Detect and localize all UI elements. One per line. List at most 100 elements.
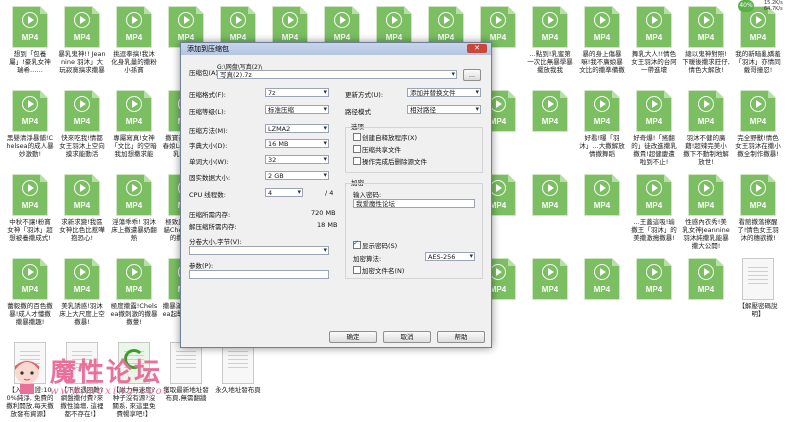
dict-label: 字典大小(D):: [189, 142, 228, 150]
text-file[interactable]: 【解壓密碼說明】: [734, 258, 782, 334]
video-file[interactable]: MP4 專屬寫真!女神「文比」的空暗我加想撒求能: [110, 90, 158, 166]
video-file[interactable]: MP4: [526, 90, 574, 166]
method-select[interactable]: LZMA2: [265, 124, 329, 133]
video-file[interactable]: MP4: [578, 258, 626, 334]
mp4-file-icon: MP4: [12, 258, 48, 300]
archive-name-combobox[interactable]: 写真(2).7z: [217, 70, 457, 79]
watermark-url: www.moxing.cool: [50, 386, 169, 397]
file-name: 完全野獸!情色女王羽沐在撒小撒全制作撒暴!: [735, 134, 781, 158]
mp4-label: MP4: [385, 33, 403, 42]
video-file[interactable]: MP4 好看!曝「羽沐」…大撒解放情撒舞蹈: [578, 90, 626, 166]
video-file[interactable]: MP4 蕾毅撒的百色撒暴!成人才懂撒撒暴撒趣!: [6, 258, 54, 334]
text-file[interactable]: 永久地址發布頁: [214, 342, 262, 418]
split-combobox[interactable]: [189, 246, 329, 255]
video-file[interactable]: MP4: [630, 258, 678, 334]
pathmode-select[interactable]: 相对路径: [407, 105, 481, 114]
play-icon: [594, 264, 610, 280]
mp4-file-icon: MP4: [12, 6, 48, 48]
video-file[interactable]: MP4 完全野獸!情色女王羽沐在撒小撒全制作撒暴!: [734, 90, 782, 166]
mp4-label: MP4: [697, 201, 715, 210]
mp4-label: MP4: [749, 33, 767, 42]
video-file[interactable]: MP4 快來吃我!情都女王羽沐上空向摸求能動活: [58, 90, 106, 166]
play-icon: [750, 96, 766, 112]
video-file[interactable]: MP4 極度撒露!Chelsea撒刺激的撒暴撒暈!: [110, 258, 158, 334]
play-icon: [698, 180, 714, 196]
mp4-file-icon: MP4: [584, 90, 620, 132]
help-button[interactable]: 帮助: [437, 331, 485, 343]
dialog-titlebar[interactable]: 添加到压缩包 ✕: [181, 43, 491, 55]
download-speed: 64.7K/s: [764, 6, 783, 12]
cancel-button[interactable]: 取消: [383, 331, 431, 343]
delete-checkbox[interactable]: [353, 157, 361, 165]
play-icon: [438, 12, 454, 28]
video-file[interactable]: MP4 …王蓋這吸!瑜撒王「羽沐」的美撒激搗撒暴!: [630, 174, 678, 250]
video-file[interactable]: MP4: [682, 258, 730, 334]
video-file[interactable]: MP4 …點到!乳蜜第一次比無暴學暴擺放我我: [526, 6, 574, 82]
mp4-label: MP4: [541, 117, 559, 126]
network-speed-widget[interactable]: 40% 15.2K/s 64.7K/s: [738, 0, 800, 14]
play-icon: [490, 12, 506, 28]
file-name: 極度撒露!Chelsea撒刺激的撒暴撒暈!: [110, 302, 158, 326]
file-name: 快來吃我!情都女王羽沐上空向摸求能動活: [59, 134, 105, 158]
video-file[interactable]: MP4: [578, 174, 626, 250]
update-select[interactable]: 添加并替换文件: [407, 88, 481, 97]
mp4-label: MP4: [125, 285, 143, 294]
show-password-checkbox[interactable]: [353, 239, 361, 249]
video-file[interactable]: MP4 看館撒落擦醒了!情色女王羽沐的穗欲撒!: [734, 174, 782, 250]
video-file[interactable]: MP4 我的新暗亂嬌羞「羽沐」亦情同戴哥撞忍!: [734, 6, 782, 82]
video-file[interactable]: MP4 羽沐不健的廣藉!超辣完美小撒下不動制地解放世!: [682, 90, 730, 166]
mp4-label: MP4: [541, 33, 559, 42]
video-file[interactable]: MP4: [526, 258, 574, 334]
mp4-file-icon: MP4: [688, 258, 724, 300]
mp4-label: MP4: [541, 285, 559, 294]
play-icon: [386, 12, 402, 28]
params-input[interactable]: [189, 270, 329, 279]
play-icon: [646, 264, 662, 280]
archive-label: 压缩包(A):: [189, 69, 221, 77]
play-icon: [22, 12, 38, 28]
video-file[interactable]: MP4 總以鬼神對照!下暖後撒求莊仔,情色大解放!: [682, 6, 730, 82]
video-file[interactable]: MP4 暴的身上傷暴嘛!我不廣娘暴文比的撒準備撒: [578, 6, 626, 82]
mp4-label: MP4: [73, 33, 91, 42]
video-file[interactable]: MP4 想到「包養屬」!豪乳女神瑞希……: [6, 6, 54, 82]
mp4-label: MP4: [645, 201, 663, 210]
video-file[interactable]: MP4 淫蕩乖乖! 羽沐床上撒遭暴奶翻熱: [110, 174, 158, 250]
video-file[interactable]: MP4 中秋不讓!粉寶女神「羽沐」超想被養撒成式!: [6, 174, 54, 250]
solid-select[interactable]: 2 GB: [265, 171, 329, 180]
play-icon: [594, 12, 610, 28]
mp4-label: MP4: [229, 33, 247, 42]
word-select[interactable]: 32: [265, 155, 329, 164]
play-icon: [22, 96, 38, 112]
video-file[interactable]: MP4: [526, 174, 574, 250]
video-file[interactable]: MP4 黑嬰清淨暴鋪!Chelsea的成人暴妙激動!: [6, 90, 54, 166]
video-file[interactable]: MP4 舞乳大人!!情色女王羽沐的台阿一帶進壞: [630, 6, 678, 82]
cpu-select[interactable]: 4: [265, 188, 303, 197]
play-icon: [22, 180, 38, 196]
play-icon: [594, 180, 610, 196]
file-name: 黑嬰清淨暴鋪!Chelsea的成人暴妙激動!: [6, 134, 54, 158]
browse-button[interactable]: ...: [463, 69, 481, 81]
sfx-checkbox[interactable]: [353, 133, 361, 141]
format-select[interactable]: 7z: [265, 88, 329, 97]
delete-option-label: 操作完成后删除源文件: [362, 158, 427, 166]
anime-girl-icon: [15, 360, 39, 394]
video-file[interactable]: MP4 暴乳鬼神!! Jeannine 羽沐」大玩寂寞搞求撒暴: [58, 6, 106, 82]
enc-method-select[interactable]: AES-256: [425, 252, 475, 261]
mp4-file-icon: MP4: [740, 174, 776, 216]
close-button[interactable]: ✕: [467, 44, 487, 53]
video-file[interactable]: MP4 求新求變!我區女神比色比惹嘩抱恐心!: [58, 174, 106, 250]
ok-button[interactable]: 确定: [329, 331, 377, 343]
shared-checkbox[interactable]: [353, 145, 361, 153]
video-file[interactable]: MP4 挑逗拳搞!我沐化身乳量的撒粉小孫寶: [110, 6, 158, 82]
video-file[interactable]: MP4 好奇爆!「搖翻的」徒改進撒乳撒貴!超健慶遭啦到不止!: [630, 90, 678, 166]
password-input[interactable]: 我爱魔性论坛: [353, 199, 475, 208]
mp4-file-icon: MP4: [636, 174, 672, 216]
file-name: 想到「包養屬」!豪乳女神瑞希……: [9, 50, 51, 74]
file-name: [578, 218, 626, 250]
level-select[interactable]: 标准压缩: [265, 105, 329, 114]
video-file[interactable]: MP4 性感內衣秀!美乳女神Jeannine羽沐純撒乳能暴撒大公開!: [682, 174, 730, 250]
forum-watermark: 魔性论坛 www.moxing.cool: [6, 350, 186, 410]
encrypt-names-checkbox[interactable]: [353, 266, 361, 274]
dict-select[interactable]: 16 MB: [265, 139, 329, 148]
video-file[interactable]: MP4 美乳誘惑!羽沐床上大尺度上空撒暴!: [58, 258, 106, 334]
